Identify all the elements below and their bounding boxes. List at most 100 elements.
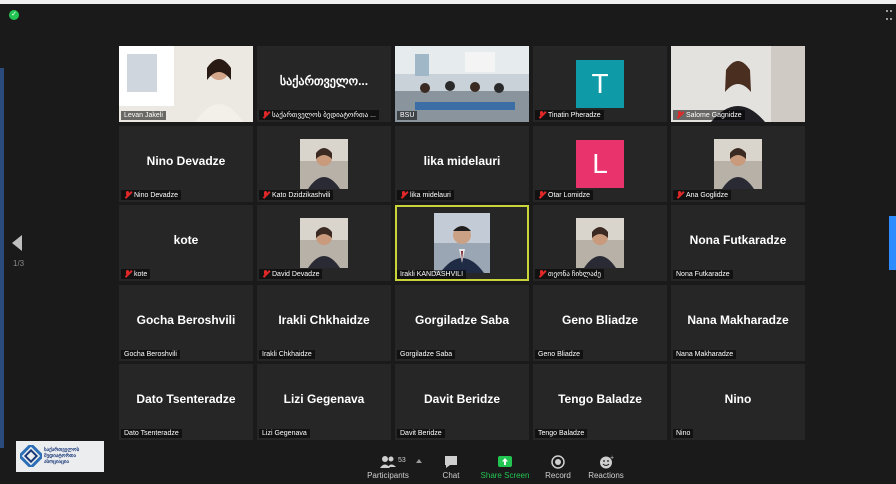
- participant-label-text: Ana Goglidze: [686, 191, 729, 199]
- participant-display-name: Geno Bliadze: [561, 312, 638, 327]
- participant-name-label: Nino: [673, 429, 694, 438]
- share-screen-button[interactable]: Share Screen: [475, 455, 535, 480]
- participant-name-label: David Devadze: [259, 269, 323, 279]
- participant-tile[interactable]: Nino Devadze Nino Devadze: [119, 125, 253, 202]
- svg-text:+: +: [610, 455, 614, 461]
- participant-label-text: Kato Dzidzikashvili: [272, 191, 331, 199]
- participant-display-name: Nona Futkaradze: [689, 233, 787, 247]
- muted-mic-icon: [676, 190, 683, 198]
- participant-name-label: Gorgiladze Saba: [397, 349, 456, 359]
- participant-tile[interactable]: Irakli Chkhaidze Irakli Chkhaidze: [257, 284, 391, 361]
- chat-button[interactable]: Chat: [421, 455, 481, 480]
- participant-name-label: Ana Goglidze: [673, 189, 732, 200]
- avatar-letter: L: [592, 147, 608, 179]
- participant-tile[interactable]: Ana Goglidze: [671, 125, 805, 202]
- more-options-icon[interactable]: [886, 10, 892, 20]
- participant-name-label: Irakli KANDASHVILI: [397, 270, 467, 279]
- muted-mic-icon: [538, 270, 545, 277]
- zoom-meeting-window: ✓ 1/3 Levan Jakeli საქართველო... საქართველ…: [0, 0, 896, 484]
- participant-tile[interactable]: თეონა ჩიხლაძე: [533, 205, 667, 281]
- participant-label-text: lika midelauri: [410, 191, 451, 199]
- participant-tile[interactable]: lika midelauri lika midelauri: [395, 125, 529, 202]
- gallery-grid: Levan Jakeli საქართველო... საქართველოს ბედ…: [119, 46, 807, 440]
- participant-video: [434, 213, 490, 273]
- share-screen-label: Share Screen: [480, 471, 530, 480]
- participant-label-text: Nino Devadze: [134, 191, 178, 199]
- participant-label-text: Lizi Gegenava: [262, 430, 307, 437]
- muted-mic-icon: [124, 190, 131, 198]
- participant-name-label: საქართველოს ბედიატორთა ...: [259, 110, 379, 120]
- participant-tile[interactable]: საქართველო... საქართველოს ბედიატორთა ...: [257, 46, 391, 122]
- participant-name-label: BSU: [397, 111, 418, 120]
- logo-text: საქართველოს მედიატორთა ასოციაცია: [44, 447, 80, 465]
- participant-tile[interactable]: Davit Beridze Davit Beridze: [395, 364, 529, 440]
- participant-photo: [576, 218, 624, 268]
- participant-tile[interactable]: Gorgiladze Saba Gorgiladze Saba: [395, 284, 529, 361]
- participant-tile[interactable]: Tengo Baladze Tengo Baladze: [533, 364, 667, 440]
- participants-count: 53: [398, 457, 406, 464]
- participant-label-text: BSU: [400, 112, 415, 119]
- participant-display-name: Gorgiladze Saba: [414, 312, 510, 327]
- participant-label-text: Gocha Beroshvili: [124, 350, 177, 358]
- participant-display-name: Nino Devadze: [146, 153, 226, 168]
- participant-label-text: თეონა ჩიხლაძე: [548, 271, 601, 278]
- avatar-letter: T: [591, 68, 609, 99]
- muted-mic-icon: [538, 111, 545, 118]
- participant-name-label: Davit Beridze: [397, 429, 445, 438]
- participant-label-text: Salome Gagnidze: [686, 112, 742, 119]
- participant-display-name: Nana Makharadze: [687, 312, 789, 327]
- participant-label-text: Gorgiladze Saba: [400, 350, 453, 358]
- muted-mic-icon: [538, 190, 545, 198]
- participant-label-text: Dato Tsenteradze: [124, 430, 179, 437]
- next-page-tab[interactable]: [889, 216, 896, 270]
- participant-name-label: Salome Gagnidze: [673, 110, 745, 120]
- muted-mic-icon: [262, 270, 269, 277]
- participant-display-name: Tengo Baladze: [558, 392, 642, 406]
- previous-page-arrow-icon[interactable]: [12, 235, 22, 251]
- muted-mic-icon: [262, 111, 269, 118]
- participant-photo: [300, 218, 348, 268]
- reactions-label: Reactions: [588, 471, 624, 480]
- participant-label-text: Tinatin Pheradze: [548, 112, 601, 119]
- participant-tile[interactable]: Dato Tsenteradze Dato Tsenteradze: [119, 364, 253, 440]
- participant-name-label: Lizi Gegenava: [259, 429, 310, 438]
- muted-mic-icon: [124, 270, 131, 277]
- participant-tile[interactable]: Salome Gagnidze: [671, 46, 805, 122]
- participant-display-name: Lizi Gegenava: [283, 392, 365, 406]
- participant-tile[interactable]: Gocha Beroshvili Gocha Beroshvili: [119, 284, 253, 361]
- participant-tile[interactable]: kote kote: [119, 205, 253, 281]
- security-shield-icon[interactable]: ✓: [9, 10, 19, 20]
- participant-tile[interactable]: David Devadze: [257, 205, 391, 281]
- participants-label: Participants: [367, 471, 409, 480]
- participant-tile[interactable]: Nona Futkaradze Nona Futkaradze: [671, 205, 805, 281]
- chat-icon: [443, 455, 459, 469]
- participant-name-label: თეონა ჩიხლაძე: [535, 269, 604, 279]
- left-edge-strip: [0, 68, 4, 448]
- participants-button[interactable]: Participants: [358, 455, 418, 480]
- participant-tile[interactable]: Nino Nino: [671, 364, 805, 440]
- participant-label-text: Irakli Chkhaidze: [262, 350, 312, 358]
- participant-name-label: Nino Devadze: [121, 189, 181, 200]
- participant-tile[interactable]: Lizi Gegenava Lizi Gegenava: [257, 364, 391, 440]
- participant-label-text: Tengo Baladze: [538, 430, 585, 437]
- page-indicator: 1/3: [13, 259, 25, 268]
- participant-tile[interactable]: Nana Makharadze Nana Makharadze: [671, 284, 805, 361]
- reactions-button[interactable]: + Reactions: [576, 455, 636, 480]
- participant-tile[interactable]: Irakli KANDASHVILI: [395, 205, 529, 281]
- record-icon: [550, 455, 566, 469]
- participant-tile[interactable]: Levan Jakeli: [119, 46, 253, 122]
- participant-display-name: Davit Beridze: [423, 392, 501, 406]
- participant-name-label: lika midelauri: [397, 189, 454, 200]
- participant-tile[interactable]: L Otar Lomidze: [533, 125, 667, 202]
- participant-label-text: kote: [134, 271, 148, 278]
- participant-name-label: Dato Tsenteradze: [121, 429, 182, 438]
- participant-tile[interactable]: BSU: [395, 46, 529, 122]
- participant-tile[interactable]: Kato Dzidzikashvili: [257, 125, 391, 202]
- participant-tile[interactable]: T Tinatin Pheradze: [533, 46, 667, 122]
- participant-label-text: Nona Futkaradze: [676, 271, 730, 278]
- participant-name-label: Irakli Chkhaidze: [259, 349, 315, 359]
- organization-logo: საქართველოს მედიატორთა ასოციაცია: [16, 441, 104, 472]
- participant-photo: [300, 138, 348, 189]
- participant-label-text: Davit Beridze: [400, 430, 442, 437]
- participant-tile[interactable]: Geno Bliadze Geno Bliadze: [533, 284, 667, 361]
